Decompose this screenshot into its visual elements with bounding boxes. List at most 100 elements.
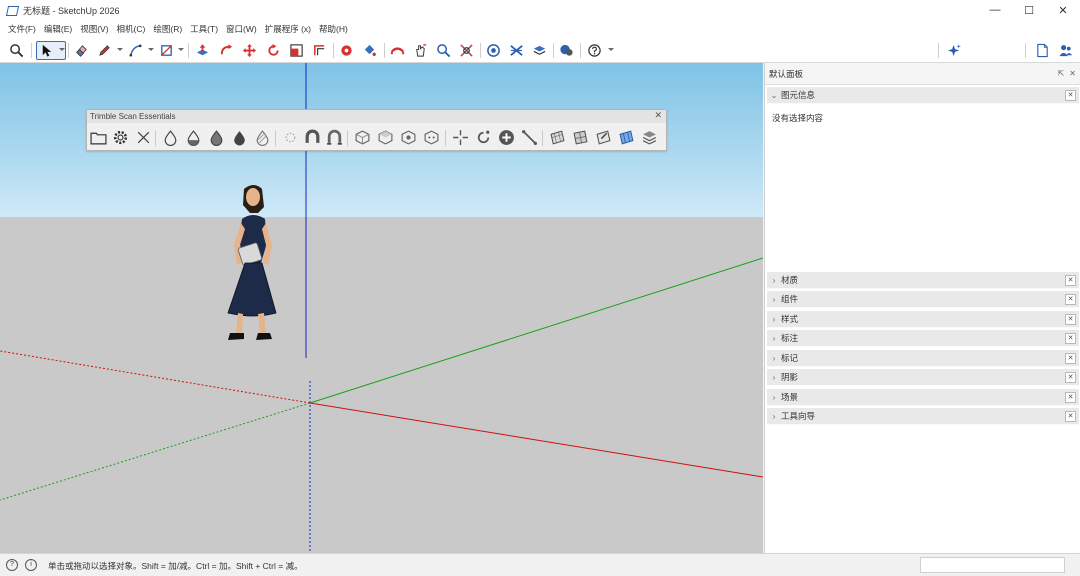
ai-sparkle-icon[interactable]: [946, 42, 963, 59]
tray-components[interactable]: › 组件 ✕: [767, 291, 1079, 308]
measure-line-icon[interactable]: [520, 128, 539, 147]
zoom-extents-icon[interactable]: [458, 42, 475, 59]
menu-window[interactable]: 窗口(W): [222, 23, 261, 35]
chat-icon[interactable]: [558, 42, 575, 59]
tray-instructor[interactable]: › 工具向导 ✕: [767, 408, 1079, 425]
main-toolbar: [0, 38, 1080, 63]
paint-bucket-icon[interactable]: [361, 42, 378, 59]
folder-icon[interactable]: [89, 128, 108, 147]
box-top-icon[interactable]: [376, 128, 395, 147]
tray-instructor-close[interactable]: ✕: [1065, 411, 1076, 422]
settings-gear-icon[interactable]: [111, 128, 130, 147]
add-circle-icon[interactable]: [497, 128, 516, 147]
tray-materials[interactable]: › 材质 ✕: [767, 272, 1079, 289]
account-icon[interactable]: [1057, 42, 1074, 59]
zoom-icon[interactable]: [8, 42, 25, 59]
box-center-icon[interactable]: [399, 128, 418, 147]
toolbar-separator: [480, 43, 481, 58]
menu-extensions[interactable]: 扩展程序 (x): [261, 23, 315, 35]
warehouse-icon[interactable]: [485, 42, 502, 59]
select-icon[interactable]: [38, 42, 55, 59]
box-outline-icon[interactable]: [353, 128, 372, 147]
drop-half-icon[interactable]: [184, 128, 203, 147]
help-icon[interactable]: [586, 42, 603, 59]
drop-outline-icon[interactable]: [161, 128, 180, 147]
trimble-toolbar-close-button[interactable]: ✕: [654, 110, 662, 121]
rectangle-icon[interactable]: [158, 42, 175, 59]
drop-mostly-filled-icon[interactable]: [207, 128, 226, 147]
magnet-icon[interactable]: [303, 128, 322, 147]
box-points-icon[interactable]: [422, 128, 441, 147]
tray-pin-button[interactable]: ⇱: [1058, 69, 1065, 78]
mesh-color-icon[interactable]: [617, 128, 636, 147]
scale-icon[interactable]: [288, 42, 305, 59]
measurements-input[interactable]: [920, 557, 1065, 573]
tray-styles-close[interactable]: ✕: [1065, 314, 1076, 325]
clear-x-icon[interactable]: [134, 128, 153, 147]
rotate-icon[interactable]: [265, 42, 282, 59]
tray-scenes-close[interactable]: ✕: [1065, 392, 1076, 403]
magnet-alt-icon[interactable]: [325, 128, 344, 147]
offset-icon[interactable]: [311, 42, 328, 59]
tray-styles[interactable]: › 样式 ✕: [767, 311, 1079, 328]
layer-stack-icon[interactable]: [640, 128, 659, 147]
line-dropdown-caret[interactable]: [148, 48, 154, 51]
menu-camera[interactable]: 相机(C): [113, 23, 150, 35]
menu-help[interactable]: 帮助(H): [315, 23, 352, 35]
extension-icon[interactable]: [508, 42, 525, 59]
menu-view[interactable]: 视图(V): [76, 23, 112, 35]
menu-draw[interactable]: 绘图(R): [149, 23, 186, 35]
tray-close-button[interactable]: ✕: [1069, 69, 1076, 78]
info-icon[interactable]: i: [25, 559, 37, 571]
drop-hatched-icon[interactable]: [253, 128, 272, 147]
mesh-edit-icon[interactable]: [594, 128, 613, 147]
drop-filled-icon[interactable]: [230, 128, 249, 147]
tray-dimensions-close[interactable]: ✕: [1065, 333, 1076, 344]
line-icon[interactable]: [127, 42, 144, 59]
tray-label-styles: 样式: [781, 314, 799, 324]
tray-components-close[interactable]: ✕: [1065, 294, 1076, 305]
point-snap-icon[interactable]: [281, 128, 300, 147]
rectangle-dropdown-caret[interactable]: [178, 48, 184, 51]
toolbar-separator: [188, 43, 189, 58]
orbit-icon[interactable]: [389, 42, 406, 59]
menu-edit[interactable]: 编辑(E): [40, 23, 76, 35]
menu-tools[interactable]: 工具(T): [186, 23, 222, 35]
pencil-icon[interactable]: [96, 42, 113, 59]
tray-entity-info[interactable]: ⌄ 图元信息 ✕: [767, 87, 1079, 104]
tray-dimensions[interactable]: › 标注 ✕: [767, 330, 1079, 347]
tape-measure-icon[interactable]: [338, 42, 355, 59]
tray-tags[interactable]: › 标记 ✕: [767, 350, 1079, 367]
maximize-button[interactable]: ☐: [1012, 0, 1046, 20]
expand-arrow-icon: ›: [772, 275, 776, 285]
crosshair-point-icon[interactable]: [451, 128, 470, 147]
tray-shadows-close[interactable]: ✕: [1065, 372, 1076, 383]
tray-scenes[interactable]: › 场景 ✕: [767, 389, 1079, 406]
help-dropdown-caret[interactable]: [608, 48, 614, 51]
tray-shadows[interactable]: › 阴影 ✕: [767, 369, 1079, 386]
tray-tags-close[interactable]: ✕: [1065, 353, 1076, 364]
pan-icon[interactable]: [412, 42, 429, 59]
select-dropdown-caret[interactable]: [59, 48, 65, 51]
tray-materials-close[interactable]: ✕: [1065, 275, 1076, 286]
move-icon[interactable]: [241, 42, 258, 59]
mesh-icon[interactable]: [548, 128, 567, 147]
tray-entity-info-close[interactable]: ✕: [1065, 90, 1076, 101]
menu-file[interactable]: 文件(F): [4, 23, 40, 35]
zoom-window-icon[interactable]: [435, 42, 452, 59]
trimble-toolbar-titlebar[interactable]: Trimble Scan Essentials ✕: [87, 110, 666, 123]
toolbar-separator: [384, 43, 385, 58]
pencil-dropdown-caret[interactable]: [117, 48, 123, 51]
mesh-alt-icon[interactable]: [571, 128, 590, 147]
follow-me-icon[interactable]: [218, 42, 235, 59]
push-pull-icon[interactable]: [194, 42, 211, 59]
close-button[interactable]: ✕: [1046, 0, 1080, 20]
eraser-icon[interactable]: [73, 42, 90, 59]
minimize-button[interactable]: —: [978, 0, 1012, 20]
new-file-icon[interactable]: [1034, 42, 1051, 59]
geolocation-icon[interactable]: ?: [6, 559, 18, 571]
trimble-scan-toolbar[interactable]: Trimble Scan Essentials ✕: [86, 109, 667, 151]
layers-icon[interactable]: [531, 42, 548, 59]
person-figure[interactable]: [218, 183, 290, 351]
rotate-point-icon[interactable]: [474, 128, 493, 147]
